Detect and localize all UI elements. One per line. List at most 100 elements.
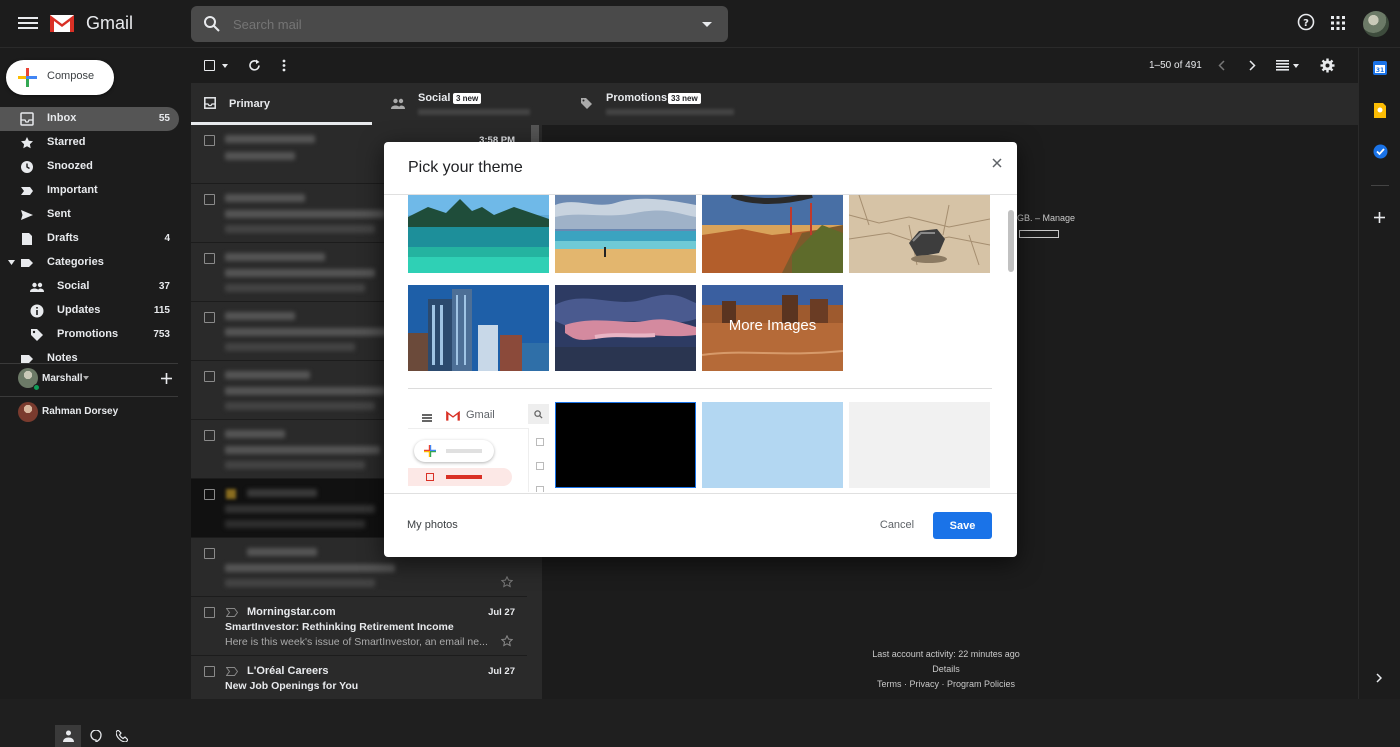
tab-primary[interactable]: Primary	[191, 83, 372, 125]
refresh-icon[interactable]	[248, 59, 261, 72]
theme-more-images-thumbnail[interactable]: More Images	[702, 285, 843, 371]
footer-links[interactable]: Terms · Privacy · Program Policies	[856, 679, 1036, 689]
sidebar-item-starred[interactable]: Starred	[0, 131, 179, 155]
tab-promotions[interactable]: Promotions 33 new	[576, 83, 776, 125]
expand-panel-icon[interactable]	[1376, 673, 1382, 683]
sidebar-item-drafts[interactable]: Drafts 4	[0, 227, 179, 251]
email-row[interactable]: Morningstar.com SmartInvestor: Rethinkin…	[191, 597, 527, 656]
clock-icon	[21, 161, 33, 173]
star-outline-icon[interactable]	[501, 576, 513, 588]
sidebar-item-inbox[interactable]: Inbox 55	[0, 107, 179, 131]
star-outline-icon[interactable]	[501, 635, 513, 647]
add-contact-icon[interactable]	[161, 373, 172, 384]
account-avatar[interactable]	[1363, 11, 1389, 37]
gmail-logo[interactable]	[48, 12, 76, 34]
row-checkbox[interactable]	[204, 312, 215, 323]
sidebar-item-categories[interactable]: Categories	[0, 251, 179, 275]
more-options-icon[interactable]	[282, 59, 286, 72]
blurred-sender	[225, 194, 305, 202]
blurred-sender	[247, 548, 317, 556]
save-button[interactable]: Save	[933, 512, 992, 539]
row-checkbox[interactable]	[204, 135, 215, 146]
theme-beach-thumbnail[interactable]	[555, 195, 696, 273]
sidebar-item-updates[interactable]: Updates 115	[0, 299, 179, 323]
storage-manage-link[interactable]: GB. – Manage	[1017, 213, 1075, 223]
tab-social[interactable]: Social 3 new	[381, 83, 571, 125]
compose-button[interactable]: Compose	[6, 60, 114, 95]
hangouts-icon[interactable]	[90, 730, 102, 742]
theme-desert-rock-thumbnail[interactable]	[849, 195, 990, 273]
row-checkbox[interactable]	[204, 253, 215, 264]
dialog-footer-divider	[384, 493, 1017, 494]
theme-buildings-thumbnail[interactable]	[408, 285, 549, 371]
newer-page-icon[interactable]	[1218, 60, 1225, 71]
row-checkbox[interactable]	[204, 194, 215, 205]
sidebar-item-label: Snoozed	[47, 160, 93, 172]
dialog-scrollbar[interactable]	[1008, 210, 1014, 272]
theme-color-swatch-light-blue[interactable]	[702, 402, 843, 488]
email-row[interactable]: L'Oréal Careers New Job Openings for You…	[191, 656, 527, 699]
sidebar-item-social[interactable]: Social 37	[0, 275, 179, 299]
get-addons-icon[interactable]	[1374, 212, 1385, 223]
older-page-icon[interactable]	[1249, 60, 1256, 71]
sidebar-item-important[interactable]: Important	[0, 179, 179, 203]
hangouts-user-name[interactable]: Marshall	[42, 373, 83, 384]
preview-gmail-logo	[446, 410, 460, 421]
sidebar-item-snoozed[interactable]: Snoozed	[0, 155, 179, 179]
hangouts-contact-name[interactable]: Rahman Dorsey	[42, 406, 118, 417]
theme-bridge-thumbnail[interactable]	[702, 195, 843, 273]
row-checkbox[interactable]	[204, 666, 215, 677]
star-icon	[21, 137, 33, 149]
dialog-title: Pick your theme	[408, 159, 523, 176]
row-checkbox[interactable]	[204, 548, 215, 559]
tasks-icon[interactable]	[1373, 144, 1388, 159]
close-icon[interactable]	[989, 155, 1005, 171]
sidebar-item-label: Categories	[47, 256, 104, 268]
row-checkbox[interactable]	[204, 371, 215, 382]
calendar-icon[interactable]: 31	[1373, 61, 1387, 75]
settings-gear-icon[interactable]	[1320, 58, 1335, 73]
sidebar-item-promotions[interactable]: Promotions 753	[0, 323, 179, 347]
select-all-checkbox[interactable]	[204, 60, 215, 71]
help-icon[interactable]: ?	[1297, 13, 1315, 31]
search-input[interactable]	[233, 14, 673, 34]
theme-lake-thumbnail[interactable]	[408, 195, 549, 273]
mail-toolbar: 1–50 of 491	[191, 48, 1358, 83]
tag-icon	[581, 98, 592, 109]
density-dropdown-icon[interactable]	[1293, 64, 1299, 68]
blurred-sender	[225, 430, 285, 438]
sidebar-item-label: Starred	[47, 136, 86, 148]
default-theme-preview[interactable]: Gmail	[408, 402, 549, 492]
sidebar-item-sent[interactable]: Sent	[0, 203, 179, 227]
blurred-subject	[225, 210, 385, 218]
person-icon[interactable]	[63, 730, 74, 742]
important-marker-icon[interactable]	[226, 608, 238, 617]
select-dropdown-icon[interactable]	[222, 64, 228, 68]
theme-color-swatch-black[interactable]	[555, 402, 696, 488]
important-marker-icon[interactable]	[226, 667, 238, 676]
keep-icon[interactable]	[1373, 103, 1387, 118]
row-checkbox[interactable]	[204, 607, 215, 618]
top-bar: Gmail ?	[0, 0, 1400, 48]
search-options-icon[interactable]	[702, 22, 712, 27]
row-checkbox[interactable]	[204, 430, 215, 441]
cancel-button[interactable]: Cancel	[871, 513, 923, 537]
apps-grid-icon[interactable]	[1331, 16, 1345, 30]
search-bar[interactable]	[191, 6, 728, 42]
theme-storm-thumbnail[interactable]	[555, 285, 696, 371]
row-checkbox[interactable]	[204, 489, 215, 500]
theme-color-swatch-light-gray[interactable]	[849, 402, 990, 488]
main-menu-icon[interactable]	[18, 14, 38, 34]
details-link[interactable]: Details	[866, 664, 1026, 674]
my-photos-button[interactable]: My photos	[407, 519, 458, 531]
density-icon[interactable]	[1276, 60, 1289, 71]
hangouts-divider	[0, 396, 178, 397]
sidebar-item-label: Important	[47, 184, 98, 196]
chevron-down-icon[interactable]	[83, 376, 89, 380]
phone-icon[interactable]	[116, 730, 128, 742]
blurred-subject	[225, 328, 390, 336]
collapse-arrow-icon[interactable]	[8, 260, 15, 265]
search-icon[interactable]	[203, 15, 221, 33]
sidebar-item-count: 115	[153, 305, 170, 316]
contact-avatar[interactable]	[18, 402, 38, 422]
